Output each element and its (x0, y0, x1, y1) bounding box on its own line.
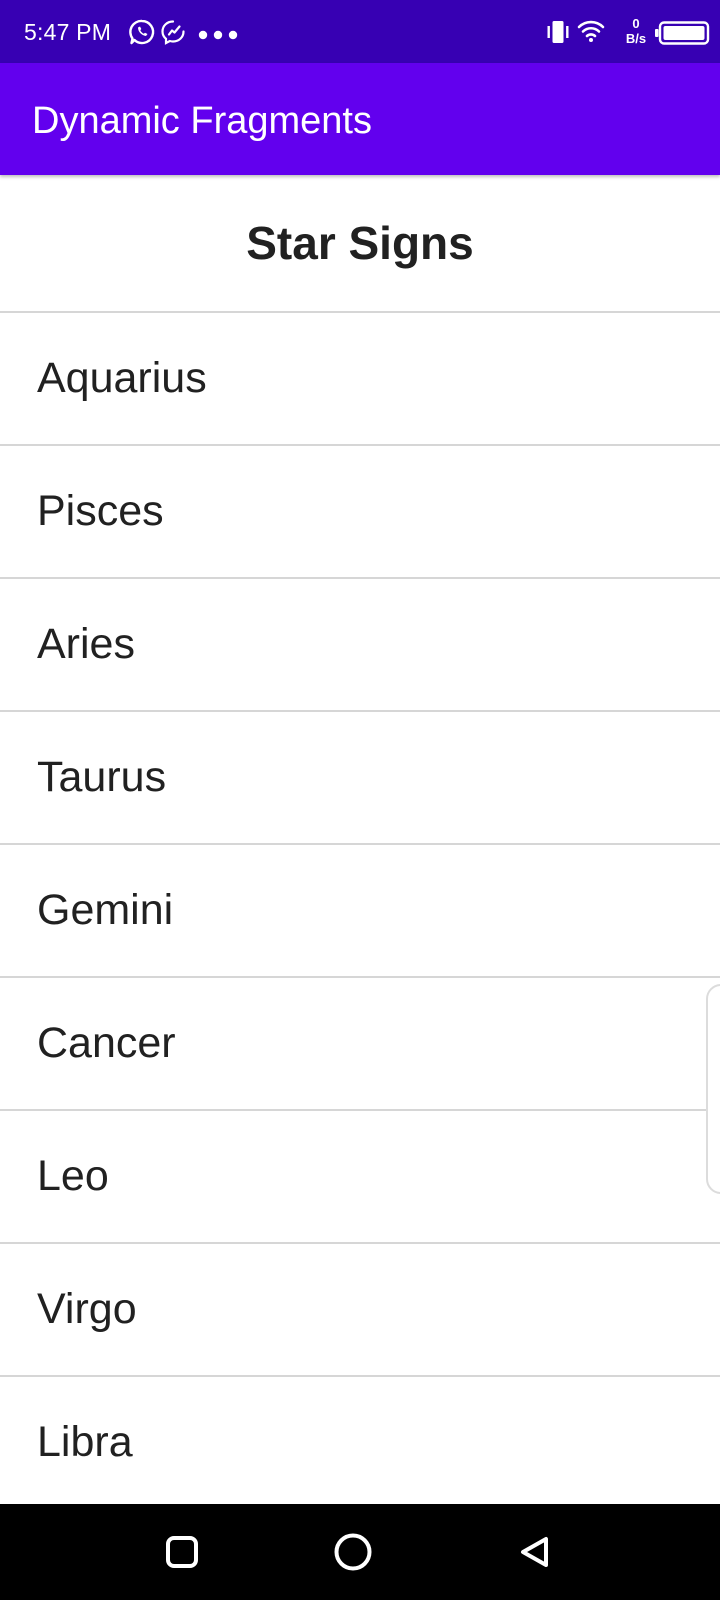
network-speed: 0 B/s (622, 16, 650, 46)
status-bar: 5:47 PM 0 B/s (0, 0, 720, 63)
more-dots-icon (198, 27, 238, 45)
list-item-aries[interactable]: Aries (0, 579, 720, 712)
status-time: 5:47 PM (24, 19, 112, 45)
app-title: Dynamic Fragments (32, 100, 372, 142)
list-item-libra[interactable]: Libra (0, 1377, 720, 1510)
home-circle-icon (334, 1533, 372, 1571)
star-sign-list: Aquarius Pisces Aries Taurus Gemini Canc… (0, 313, 720, 1510)
list-item-taurus[interactable]: Taurus (0, 712, 720, 845)
vibrate-icon (544, 18, 572, 51)
screen: 5:47 PM 0 B/s Dynamic Fragments Star Sig… (0, 0, 720, 1600)
list-item-gemini[interactable]: Gemini (0, 845, 720, 978)
list-item-cancer[interactable]: Cancer (0, 978, 720, 1111)
navigation-bar (0, 1504, 720, 1600)
back-triangle-icon (521, 1537, 548, 1567)
list-item-pisces[interactable]: Pisces (0, 446, 720, 579)
app-bar: Dynamic Fragments (0, 63, 720, 175)
battery-icon (655, 21, 711, 50)
list-item-aquarius[interactable]: Aquarius (0, 313, 720, 446)
list-item-virgo[interactable]: Virgo (0, 1244, 720, 1377)
recents-square-icon (166, 1536, 198, 1568)
recents-button[interactable] (152, 1522, 212, 1582)
edge-panel-handle[interactable] (706, 984, 720, 1194)
list-item-leo[interactable]: Leo (0, 1111, 720, 1244)
home-button[interactable] (323, 1522, 383, 1582)
network-speed-unit: B/s (625, 31, 647, 46)
network-speed-value: 0 (632, 16, 640, 31)
messenger-icon (160, 19, 186, 50)
wifi-icon (577, 19, 605, 48)
list-heading: Star Signs (0, 175, 720, 313)
whatsapp-icon (128, 18, 156, 51)
back-button[interactable] (505, 1522, 565, 1582)
